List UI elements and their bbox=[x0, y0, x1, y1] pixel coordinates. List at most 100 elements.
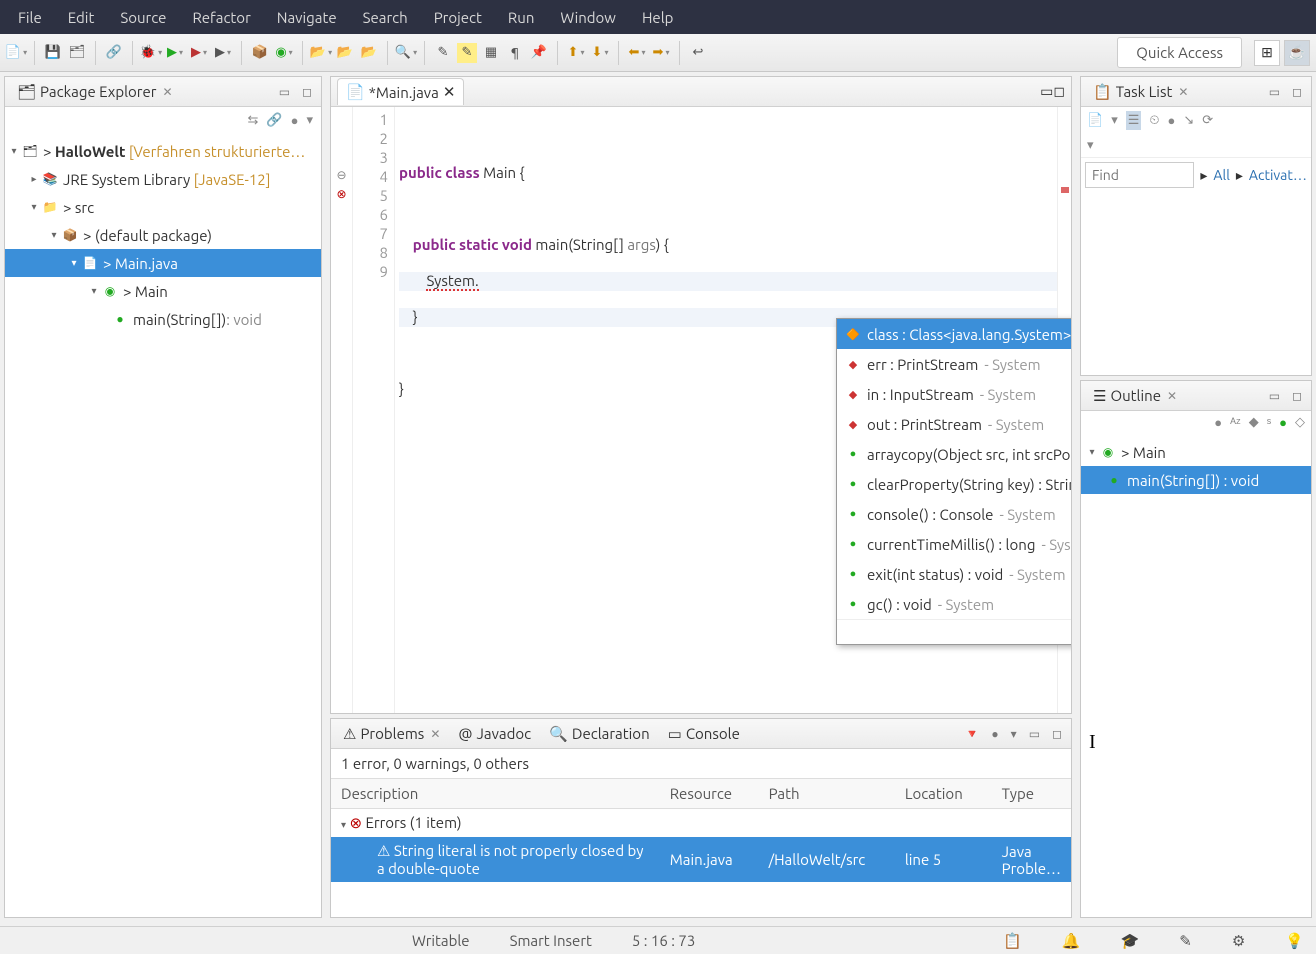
src-node[interactable]: ▾📁 > src bbox=[5, 193, 321, 221]
sort-button[interactable]: ᴬᶻ bbox=[1230, 415, 1241, 430]
marker-bar[interactable]: ⊖ ⊗ bbox=[331, 107, 353, 713]
view-menu-button[interactable]: ▾ bbox=[1008, 727, 1020, 741]
trim-icon[interactable]: 🎓 bbox=[1121, 932, 1140, 950]
hide-nonpublic-button[interactable]: ● bbox=[1279, 415, 1287, 430]
jre-node[interactable]: ▸📚 JRE System Library [JavaSE-12] bbox=[5, 165, 321, 193]
assist-item[interactable]: ●arraycopy(Object src, int srcPos, Objec… bbox=[837, 439, 1071, 469]
maximize-view-button[interactable]: ◻ bbox=[1049, 727, 1065, 741]
minimize-view-button[interactable]: ▭ bbox=[276, 85, 293, 99]
tip-icon[interactable]: 💡 bbox=[1285, 932, 1304, 950]
method-node[interactable]: ● main(String[]): void bbox=[5, 305, 321, 333]
package-explorer-tab[interactable]: 🗂 Package Explorer ✕ bbox=[11, 79, 179, 105]
outline-method-node[interactable]: ●main(String[]) : void bbox=[1081, 466, 1311, 494]
trim-icon[interactable]: 🔔 bbox=[1062, 932, 1081, 950]
col-location[interactable]: Location bbox=[895, 779, 992, 809]
view-menu-button[interactable]: ▾ bbox=[306, 113, 313, 128]
categorize-button[interactable]: ☰ bbox=[1126, 111, 1142, 130]
link-editor-button[interactable]: 🔗 bbox=[266, 113, 282, 128]
trim-icon[interactable]: ⚙ bbox=[1232, 932, 1245, 950]
view-menu-button[interactable]: ▾ bbox=[1087, 138, 1094, 153]
code-editor[interactable]: ⊖ ⊗ 123 456 789 public class Main { publ… bbox=[331, 107, 1071, 713]
tasklist-body[interactable] bbox=[1081, 192, 1311, 375]
menu-window[interactable]: Window bbox=[550, 5, 626, 30]
new-class-button[interactable]: ◉ bbox=[274, 43, 294, 63]
outline-tree[interactable]: ▾◉> Main ●main(String[]) : void bbox=[1081, 434, 1311, 917]
quick-access[interactable]: Quick Access bbox=[1117, 37, 1242, 68]
close-icon[interactable]: ✕ bbox=[162, 85, 172, 99]
open-task-button[interactable]: 📂 bbox=[335, 43, 355, 63]
declaration-tab[interactable]: 🔍Declaration bbox=[543, 721, 655, 747]
console-tab[interactable]: ▭Console bbox=[662, 721, 746, 747]
assist-item[interactable]: ●gc() : void - System bbox=[837, 589, 1071, 619]
minimize-editor-button[interactable]: ▭ bbox=[1040, 83, 1053, 100]
save-button[interactable]: 💾 bbox=[43, 43, 63, 63]
maximize-view-button[interactable]: ◻ bbox=[1289, 389, 1305, 403]
java-perspective-button[interactable]: ☕ bbox=[1284, 40, 1310, 66]
trim-icon[interactable]: ✎ bbox=[1179, 932, 1192, 950]
minimize-view-button[interactable]: ▭ bbox=[1266, 389, 1283, 403]
outline-tab[interactable]: ☰Outline✕ bbox=[1087, 383, 1183, 409]
debug-button[interactable]: 🐞 bbox=[141, 43, 161, 63]
sync-button[interactable]: ⟳ bbox=[1202, 113, 1213, 128]
hide-fields-button[interactable]: ◆ bbox=[1249, 415, 1259, 430]
ext-tools-button[interactable]: ▶ bbox=[213, 43, 233, 63]
run-button[interactable]: ▶ bbox=[165, 43, 185, 63]
outline-class-node[interactable]: ▾◉> Main bbox=[1081, 438, 1311, 466]
new-button[interactable]: 📄 bbox=[6, 43, 26, 63]
javadoc-tab[interactable]: @Javadoc bbox=[452, 721, 537, 746]
assist-item[interactable]: 🔶class : Class<java.lang.System> bbox=[837, 319, 1071, 349]
back-button[interactable]: ⬅ bbox=[627, 43, 647, 63]
minimize-view-button[interactable]: ▭ bbox=[1026, 727, 1043, 741]
search-button[interactable]: 🔍 bbox=[396, 43, 416, 63]
file-node[interactable]: ▾📄 > Main.java bbox=[5, 249, 321, 277]
col-type[interactable]: Type bbox=[992, 779, 1071, 809]
col-path[interactable]: Path bbox=[759, 779, 895, 809]
prev-annot-button[interactable]: ⬆ bbox=[566, 43, 586, 63]
assist-item[interactable]: ●exit(int status) : void - System bbox=[837, 559, 1071, 589]
assist-item[interactable]: ◆out : PrintStream - System bbox=[837, 409, 1071, 439]
focus-button[interactable]: ● bbox=[1214, 415, 1222, 430]
hide-local-button[interactable]: ◇ bbox=[1295, 415, 1305, 430]
trim-icon[interactable]: 📋 bbox=[1003, 932, 1022, 950]
collapse-all-button[interactable]: ⇆ bbox=[248, 113, 259, 128]
menu-refactor[interactable]: Refactor bbox=[182, 5, 260, 30]
minimize-view-button[interactable]: ▭ bbox=[1266, 85, 1283, 99]
menu-edit[interactable]: Edit bbox=[58, 5, 105, 30]
close-icon[interactable]: ✕ bbox=[443, 83, 456, 101]
package-explorer-tree[interactable]: ▾🗂 > HalloWelt [Verfahren strukturierte…… bbox=[5, 133, 321, 917]
close-icon[interactable]: ✕ bbox=[1167, 389, 1177, 403]
find-input[interactable] bbox=[1085, 162, 1194, 188]
next-annot-button[interactable]: ⬇ bbox=[590, 43, 610, 63]
hide-static-button[interactable]: ˢ bbox=[1267, 415, 1271, 430]
menu-file[interactable]: File bbox=[8, 5, 52, 30]
col-resource[interactable]: Resource bbox=[660, 779, 759, 809]
open-perspective-button[interactable]: ⊞ bbox=[1254, 40, 1280, 66]
pin-button[interactable]: 📌 bbox=[529, 43, 549, 63]
menu-help[interactable]: Help bbox=[632, 5, 683, 30]
focus-button[interactable]: ● bbox=[1168, 113, 1176, 128]
activate-link[interactable]: Activat… bbox=[1249, 167, 1307, 183]
editor-tab-main[interactable]: 📄 *Main.java ✕ bbox=[337, 78, 464, 105]
focus-button[interactable]: ● bbox=[291, 113, 299, 128]
menu-project[interactable]: Project bbox=[424, 5, 492, 30]
coverage-button[interactable]: ▶ bbox=[189, 43, 209, 63]
maximize-view-button[interactable]: ◻ bbox=[299, 85, 315, 99]
last-edit-button[interactable]: ↩ bbox=[688, 43, 708, 63]
assist-item[interactable]: ●clearProperty(String key) : String - Sy… bbox=[837, 469, 1071, 499]
assist-item[interactable]: ◆in : InputStream - System bbox=[837, 379, 1071, 409]
problems-tab[interactable]: ⚠Problems✕ bbox=[337, 721, 446, 747]
col-description[interactable]: Description bbox=[331, 779, 660, 809]
new-package-button[interactable]: 📦 bbox=[250, 43, 270, 63]
block-sel-button[interactable]: ▦ bbox=[481, 43, 501, 63]
menu-navigate[interactable]: Navigate bbox=[267, 5, 347, 30]
assist-item[interactable]: ◆err : PrintStream - System bbox=[837, 349, 1071, 379]
problem-row[interactable]: ⚠ String literal is not properly closed … bbox=[331, 837, 1071, 882]
focus-button[interactable]: ● bbox=[988, 727, 1001, 741]
new-task-button[interactable]: 📄 bbox=[1087, 113, 1103, 128]
close-icon[interactable]: ✕ bbox=[1178, 85, 1188, 99]
assist-item[interactable]: ●console() : Console - System bbox=[837, 499, 1071, 529]
error-marker[interactable] bbox=[1061, 187, 1069, 193]
menu-source[interactable]: Source bbox=[110, 5, 176, 30]
maximize-editor-button[interactable]: ◻ bbox=[1053, 83, 1065, 100]
link-button[interactable]: 🔗 bbox=[104, 43, 124, 63]
